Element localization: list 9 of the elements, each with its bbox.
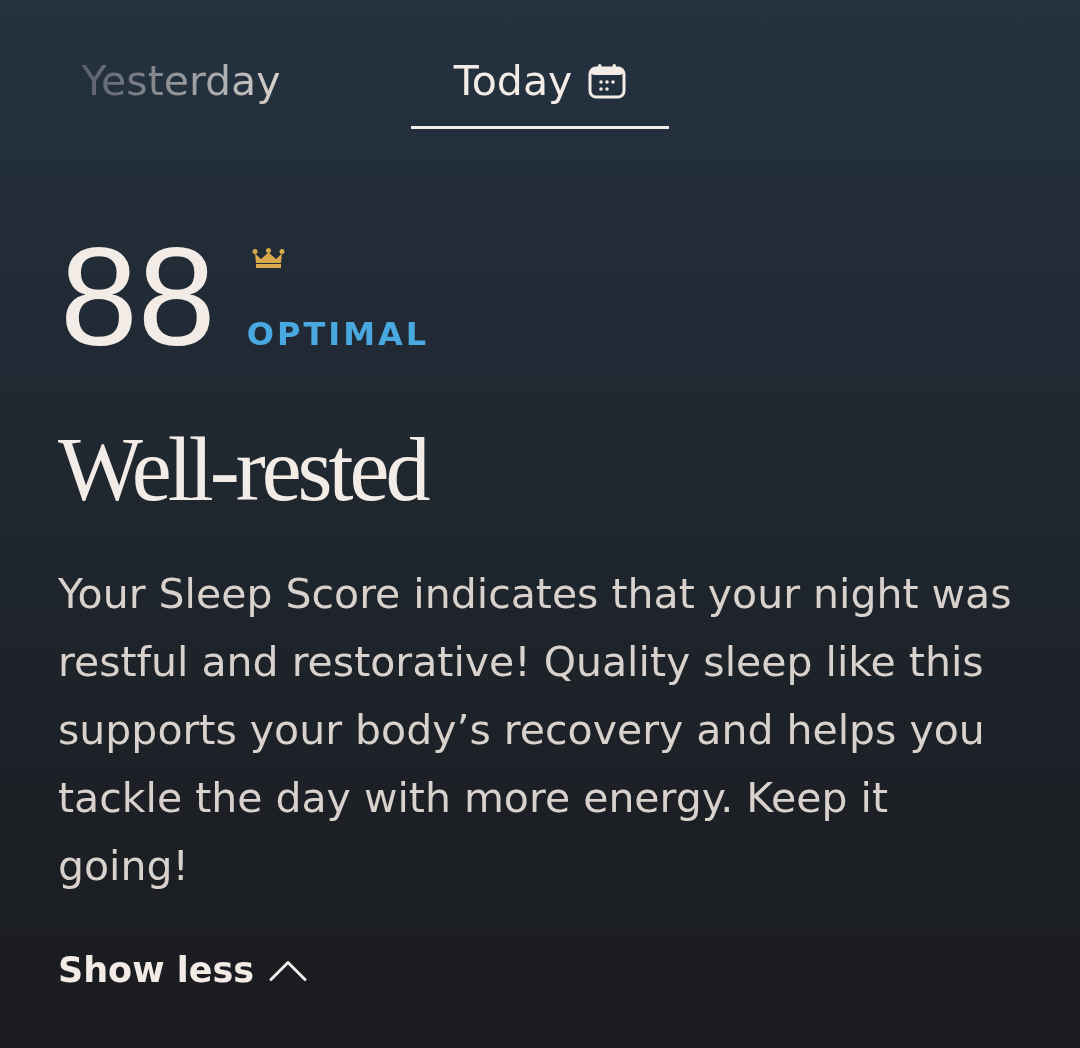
sleep-score: 88 [60,227,216,367]
score-rating: OPTIMAL [246,318,430,350]
day-tab[interactable]: Today [411,30,669,129]
description-paragraph: Your Sleep Score indicates that your night was restful and restorative! Quality sleep like this supports your body’s recovery and helps you tackle the day with more energy. Keep it going! [58,569,1013,892]
day-tab[interactable]: Yesterday [52,30,310,129]
crown-icon [251,248,285,268]
show-less-button[interactable]: Show less [58,949,308,991]
headline: Well-rested [58,425,429,515]
calendar-icon [588,63,627,99]
